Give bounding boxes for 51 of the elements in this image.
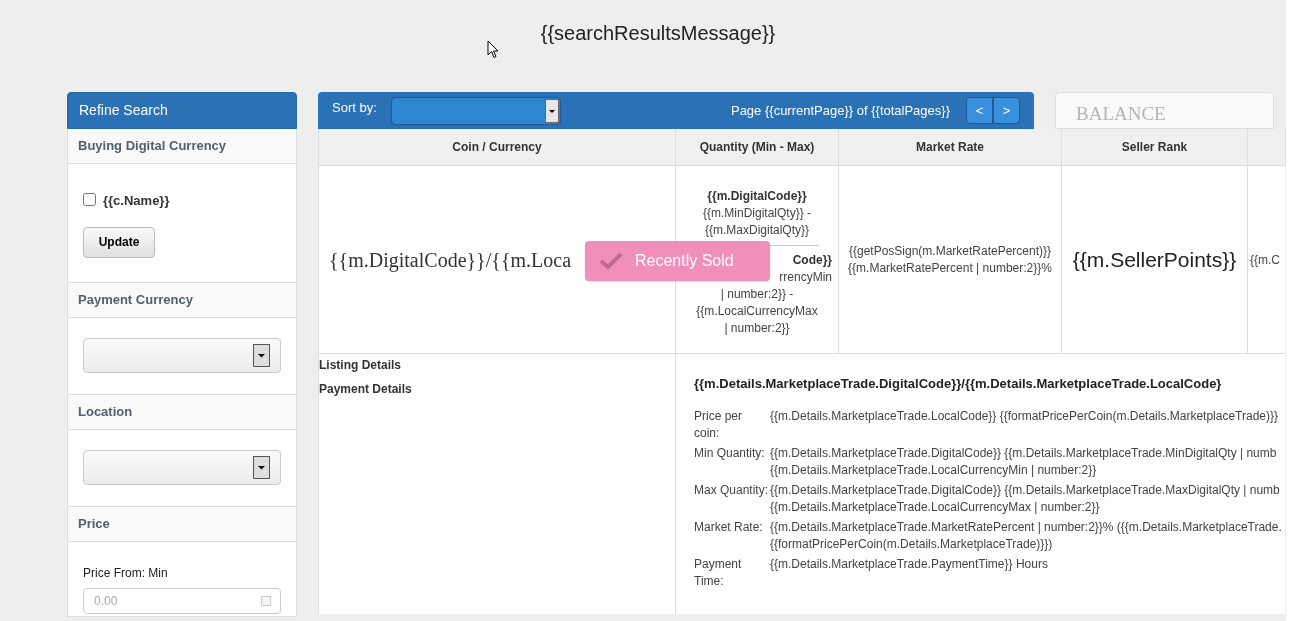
field-label: Price From: Min xyxy=(83,565,169,582)
update-button[interactable]: Update xyxy=(83,226,155,258)
quantity-text: Code}} xyxy=(792,252,833,269)
spinner-icon xyxy=(261,596,271,606)
section-heading: Buying Digital Currency xyxy=(68,129,296,164)
checkbox-label: {{c.Name}} xyxy=(103,192,170,210)
caret-icon xyxy=(253,456,270,479)
detail-value: {{m.Details.MarketplaceTrade.LocalCode}} {{formatPricePerCoin(m.Details.MarketplaceTrade)}} xyxy=(770,407,1279,425)
quantity-text: | number:2}} xyxy=(724,320,790,337)
price-input[interactable]: 0.00 xyxy=(83,588,281,614)
detail-value: {{m.Details.MarketplaceTrade.DigitalCode}} {{m.Details.MarketplaceTrade.MaxDigitalQty | numb {{m.Details.MarketplaceTrade.LocalCurrencyMax | number:2}} xyxy=(770,481,1281,516)
sort-label: Sort by: xyxy=(332,99,377,117)
column-header: Market Rate xyxy=(916,139,984,156)
checkmark-icon xyxy=(599,252,623,270)
detail-label: Price per coin: xyxy=(694,407,744,442)
column-header: Seller Rank xyxy=(1121,139,1188,156)
cell-text: {{m.C xyxy=(1250,251,1280,269)
detail-label: Market Rate: xyxy=(694,518,764,536)
quantity-text: rrencyMin xyxy=(779,269,833,286)
caret-icon xyxy=(253,344,270,367)
quantity-text: {{m.LocalCurrencyMax xyxy=(696,303,818,320)
checkbox[interactable] xyxy=(83,193,96,207)
coin-currency-text: {{m.DigitalCode}}/{{m.Loca xyxy=(329,247,571,274)
quantity-text: | number:2}} - xyxy=(720,286,794,303)
detail-value: {{m.Details.MarketplaceTrade.DigitalCode}} {{m.Details.MarketplaceTrade.MinDigitalQty | numb {{m.Details.MarketplaceTrade.LocalCurrencyMin | number:2}} xyxy=(770,444,1278,479)
quantity-text: {{m.MaxDigitalQty}} xyxy=(704,222,809,239)
details-tab[interactable]: Listing Details xyxy=(319,356,401,374)
market-rate-text: {{getPosSign(m.MarketRatePercent)}} {{m.MarketRatePercent | number:2}}% xyxy=(847,242,1053,277)
column-header: Coin / Currency xyxy=(452,139,542,156)
mouse-cursor-icon xyxy=(487,40,499,59)
details-tab[interactable]: Payment Details xyxy=(319,380,412,398)
balance-label: BALANCE xyxy=(1076,102,1166,127)
seller-points-text: {{m.SellerPoints}} xyxy=(1072,246,1237,273)
sort-dropdown[interactable] xyxy=(390,96,561,125)
toast-text: Recently Sold xyxy=(635,251,734,271)
section-heading: Price xyxy=(68,507,296,542)
page-indicator: Page {{currentPage}} of {{totalPages}} xyxy=(730,101,950,120)
quantity-text: {{m.MinDigitalQty}} - xyxy=(702,205,811,222)
detail-value: {{m.Details.MarketplaceTrade.PaymentTime}} Hours xyxy=(770,555,1049,573)
section-heading: Location xyxy=(68,395,296,430)
detail-label: Max Quantity: xyxy=(694,481,770,499)
column-header: Quantity (Min - Max) xyxy=(699,139,815,156)
quantity-text: {{m.DigitalCode}} xyxy=(707,188,807,205)
search-results-message: {{searchResultsMessage}} xyxy=(540,21,776,46)
sidebar-title: Refine Search xyxy=(67,92,297,129)
detail-value: {{m.Details.MarketplaceTrade.MarketRatePercent | number:2}}% ({{m.Details.MarketplaceTrade. {{formatPricePerCoin(m.Details.MarketplaceTrade)}}) xyxy=(770,518,1283,553)
section-heading: Payment Currency xyxy=(68,283,296,318)
caret-icon xyxy=(544,98,559,123)
detail-label: Payment Time: xyxy=(694,555,743,590)
detail-label: Min Quantity: xyxy=(694,444,766,462)
details-title: {{m.Details.MarketplaceTrade.DigitalCode}}/{{m.Details.MarketplaceTrade.LocalCode} xyxy=(694,375,1223,393)
